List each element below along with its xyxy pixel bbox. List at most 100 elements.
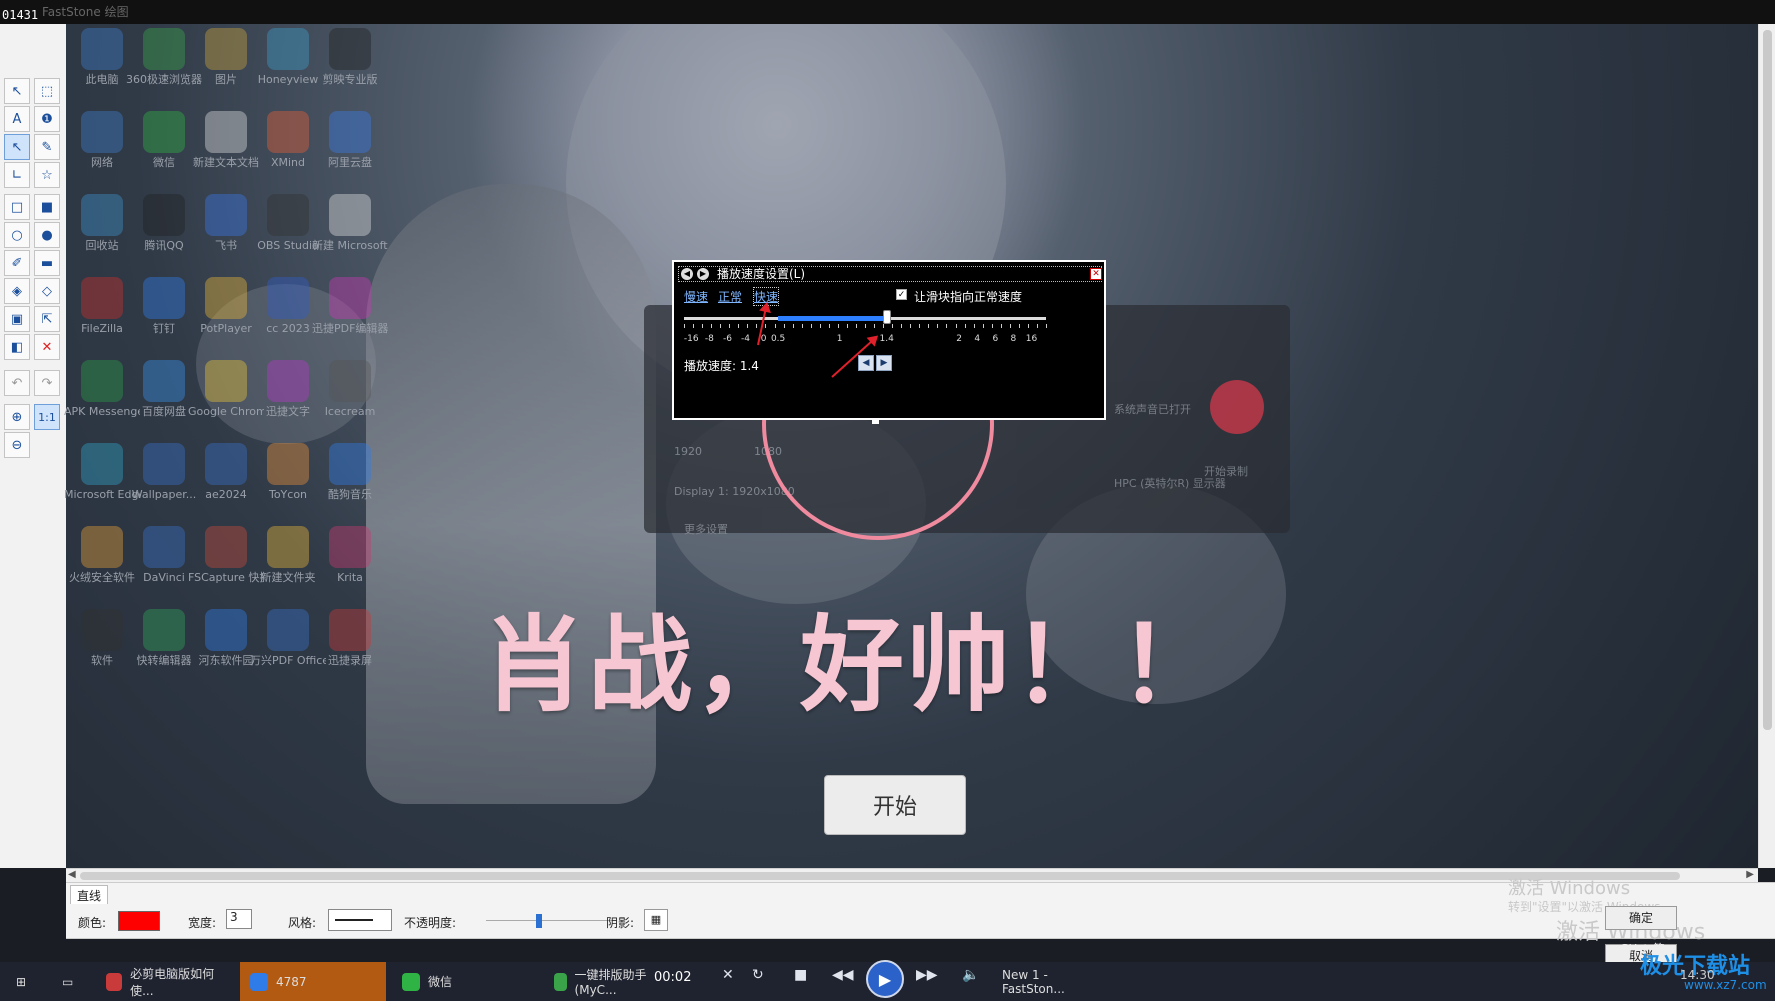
layer-icon[interactable]: ◧ [4,334,30,360]
desktop-icon[interactable]: 酷狗音乐 [312,443,388,501]
media-volume-icon[interactable]: 🔈 [962,967,979,983]
overlay-caption: 肖战，好帅！！ [482,604,1225,726]
horizontal-scrollbar[interactable]: ◀ ▶ [66,868,1758,883]
cursor-icon[interactable]: ⇱ [34,306,60,332]
desktop-icon-label: 剪映专业版 [322,73,378,86]
slider-tick [982,324,984,328]
opacity-slider[interactable] [486,920,616,921]
slider-tick [711,324,713,328]
slider-tick [693,324,695,328]
zoom-in-icon[interactable]: ⊕ [4,404,30,430]
taskbar-item[interactable]: 一键排版助手(MyC... [544,962,664,1001]
rectangle-icon[interactable]: □ [4,194,30,220]
app-icon [205,28,247,70]
media-forward-icon[interactable]: ▶▶ [916,967,938,983]
highlighter-icon[interactable]: ✐ [4,250,30,276]
slider-tick [828,324,830,328]
desktop-icon[interactable]: Krita [312,526,388,584]
desktop-icon[interactable]: 阿里云盘 [312,111,388,169]
vertical-scroll-thumb[interactable] [1763,30,1772,730]
task-view-icon[interactable]: ▭ [52,962,83,1001]
highlight-rect-icon[interactable]: ▬ [34,250,60,276]
desktop-icon[interactable]: Icecream [312,360,388,418]
zoom-out-icon[interactable]: ⊖ [4,432,30,458]
desktop-icon-label: Krita [337,571,363,584]
shadow-button[interactable]: ▦ [644,909,668,931]
redo-icon[interactable]: ↷ [34,370,60,396]
scroll-left-icon[interactable]: ◀ [68,869,76,880]
app-icon [81,360,123,402]
eraser-icon[interactable]: ◇ [34,278,60,304]
normal-speed-checkbox[interactable]: ✓ [896,289,907,300]
vertical-scrollbar[interactable] [1758,24,1775,868]
rect-select-icon[interactable]: ⬚ [34,78,60,104]
app-icon [143,526,185,568]
polygon-icon[interactable]: ☆ [34,162,60,188]
start-button[interactable]: 开始 [824,775,966,835]
width-stepper[interactable]: 3 [226,909,252,929]
dialog-close-icon[interactable]: ✕ [1090,268,1102,280]
speed-slider-thumb[interactable] [882,310,891,324]
app-icon [267,609,309,651]
app-icon [329,277,371,319]
filled-rectangle-icon[interactable]: ■ [34,194,60,220]
fill-icon[interactable]: ◈ [4,278,30,304]
style-label: 风格: [288,916,317,930]
speed-decrease-icon[interactable]: ◀ [858,355,874,371]
desktop-icon[interactable]: 迅捷PDF编辑器 [312,277,388,335]
taskbar-item[interactable]: 4787 [240,962,386,1001]
undo-icon[interactable]: ↶ [4,370,30,396]
color-swatch[interactable] [118,911,160,931]
tab-line[interactable]: 直线 [70,885,109,905]
taskbar-item[interactable]: 必剪电脑版如何使... [96,962,236,1001]
media-rewind-icon[interactable]: ◀◀ [832,967,854,983]
media-replay-icon[interactable]: ↻ [752,967,764,983]
app-icon [205,526,247,568]
media-play-icon[interactable]: ▶ [866,960,904,998]
pen-icon[interactable]: ✎ [34,134,60,160]
opacity-slider-thumb[interactable] [536,914,542,928]
taskbar-item[interactable]: New 1 - FastSton... [992,962,1122,1001]
preset-normal[interactable]: 正常 [718,288,742,305]
slider-tick [720,324,722,328]
slider-tick [756,324,758,328]
scroll-right-icon[interactable]: ▶ [1746,869,1754,880]
app-icon [143,111,185,153]
ok-button[interactable]: 确定 [1605,906,1677,930]
prev-icon[interactable]: ◀ [681,268,693,280]
desktop-icon[interactable]: 新建 Microsoft Word 文档 [312,194,388,252]
slider-tick [1036,324,1038,328]
speed-increase-icon[interactable]: ▶ [876,355,892,371]
next-icon[interactable]: ▶ [697,268,709,280]
filled-ellipse-icon[interactable]: ● [34,222,60,248]
text-tool-icon[interactable]: A [4,106,30,132]
slider-tick [1009,324,1011,328]
app-icon [329,609,371,651]
line-tool-icon[interactable]: ∟ [4,162,30,188]
app-icon [329,194,371,236]
taskbar-item[interactable]: 微信 [392,962,542,1001]
start-menu-icon[interactable]: ⊞ [6,962,36,1001]
slider-tick [991,324,993,328]
preset-slow[interactable]: 慢速 [684,288,708,305]
info-icon[interactable]: ❶ [34,106,60,132]
slider-tick [792,324,794,328]
shadow-label: 阴影: [606,916,635,930]
line-style-select[interactable] [328,909,392,931]
slider-tick [1027,324,1029,328]
arrow-tool-icon[interactable]: ↖ [4,134,30,160]
media-mute-icon[interactable]: ✕ [722,967,734,983]
desktop-icon[interactable]: 剪映专业版 [312,28,388,86]
horizontal-scroll-thumb[interactable] [80,872,1680,880]
ellipse-icon[interactable]: ○ [4,222,30,248]
slider-tick-label: 16 [1025,334,1038,344]
app-icon [267,194,309,236]
zoom-actual-icon[interactable]: 1:1 [34,404,60,430]
app-icon [143,443,185,485]
image-icon[interactable]: ▣ [4,306,30,332]
media-stop-icon[interactable]: ■ [794,967,807,983]
select-pointer-icon[interactable]: ↖ [4,78,30,104]
desktop-icon[interactable]: 迅捷录屏 [312,609,388,667]
slider-tick [973,324,975,328]
delete-icon[interactable]: ✕ [34,334,60,360]
